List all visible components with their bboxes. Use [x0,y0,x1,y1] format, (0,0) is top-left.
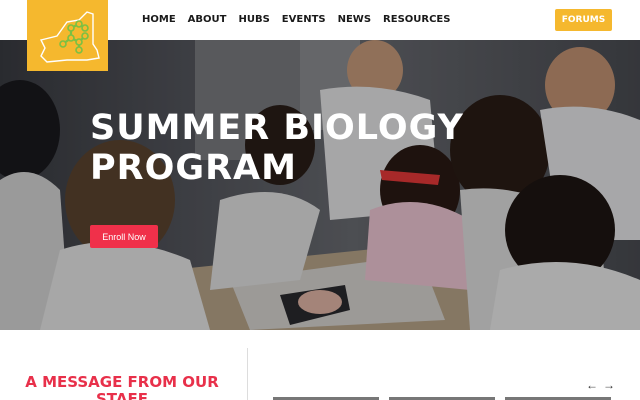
nav-news[interactable]: NEWS [338,14,371,25]
hero-title-line-2: PROGRAM [90,148,297,188]
nav-hubs[interactable]: HUBS [238,14,269,25]
hero-title-line-1: SUMMER BIOLOGY [90,108,464,148]
site-header: HOME ABOUT HUBS EVENTS NEWS RESOURCES FO… [0,0,640,71]
nav-about[interactable]: ABOUT [188,14,227,25]
site-logo[interactable] [27,0,108,71]
main-nav: HOME ABOUT HUBS EVENTS NEWS RESOURCES [142,14,450,25]
message-from-staff-heading: A MESSAGE FROM OUR STAFF [25,373,219,400]
enroll-now-button[interactable]: Enroll Now [90,225,158,248]
carousel-next-arrow-icon[interactable]: → [603,378,615,392]
nav-home[interactable]: HOME [142,14,176,25]
forums-button[interactable]: FORUMS [555,9,612,31]
hero-title: SUMMER BIOLOGY PROGRAM [90,108,464,188]
staff-message-section: A MESSAGE FROM OUR STAFF ← → [0,330,640,400]
carousel-prev-arrow-icon[interactable]: ← [586,378,598,392]
section-divider [247,348,248,400]
nav-resources[interactable]: RESOURCES [383,14,450,25]
nav-events[interactable]: EVENTS [282,14,326,25]
new-york-molecule-logo-icon [39,11,100,63]
hero-banner: SUMMER BIOLOGY PROGRAM Enroll Now [0,40,640,330]
